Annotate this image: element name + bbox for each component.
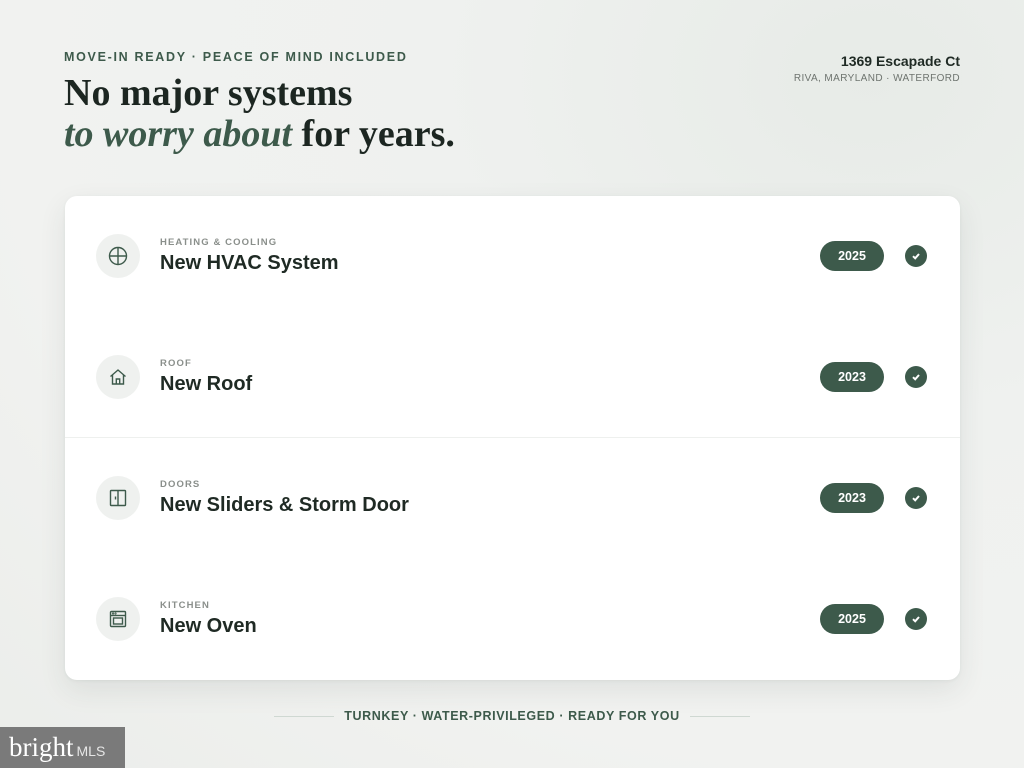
item-category: ROOF [160, 358, 192, 369]
check-icon [905, 245, 927, 267]
oven-icon [96, 597, 140, 641]
headline-accent: to worry about [64, 113, 293, 155]
check-icon [905, 487, 927, 509]
footer-rule-left [274, 715, 335, 717]
item-title: New Roof [160, 373, 253, 395]
hvac-fan-icon [96, 234, 140, 278]
page-headline: No major systems to worry about for year… [64, 73, 455, 155]
headline-rest: for years. [292, 113, 455, 155]
footer-tagline: TURNKEY · WATER-PRIVILEGED · READY FOR Y… [344, 709, 680, 723]
watermark-suffix: MLS [76, 742, 106, 759]
systems-card: HEATING & COOLING New HVAC System 2025 R… [65, 196, 960, 680]
item-title: New Oven [160, 615, 257, 637]
address-street: 1369 Escapade Ct [840, 53, 960, 69]
check-icon [905, 366, 927, 388]
item-category: HEATING & COOLING [160, 237, 278, 248]
item-category: DOORS [160, 479, 201, 490]
item-title: New Sliders & Storm Door [160, 494, 409, 516]
address-locale: RIVA, MARYLAND · WATERFORD [793, 73, 960, 84]
property-address: 1369 Escapade Ct RIVA, MARYLAND · WATERF… [794, 53, 960, 84]
eyebrow-tagline: MOVE-IN READY · PEACE OF MIND INCLUDED [64, 50, 408, 64]
footer-rule-right [689, 715, 750, 717]
year-badge: 2023 [820, 362, 884, 392]
headline-line-1: No major systems [64, 72, 353, 114]
check-icon [905, 608, 927, 630]
item-category: KITCHEN [160, 600, 210, 611]
section-divider [65, 437, 960, 438]
brightmls-watermark: bright MLS [0, 727, 125, 768]
door-icon [96, 476, 140, 520]
house-icon [96, 355, 140, 399]
year-badge: 2025 [820, 604, 884, 634]
watermark-brand: bright [9, 732, 74, 762]
item-title: New HVAC System [160, 252, 339, 274]
footer-tagline-row: TURNKEY · WATER-PRIVILEGED · READY FOR Y… [0, 709, 1024, 723]
year-badge: 2025 [820, 241, 884, 271]
year-badge: 2023 [820, 483, 884, 513]
